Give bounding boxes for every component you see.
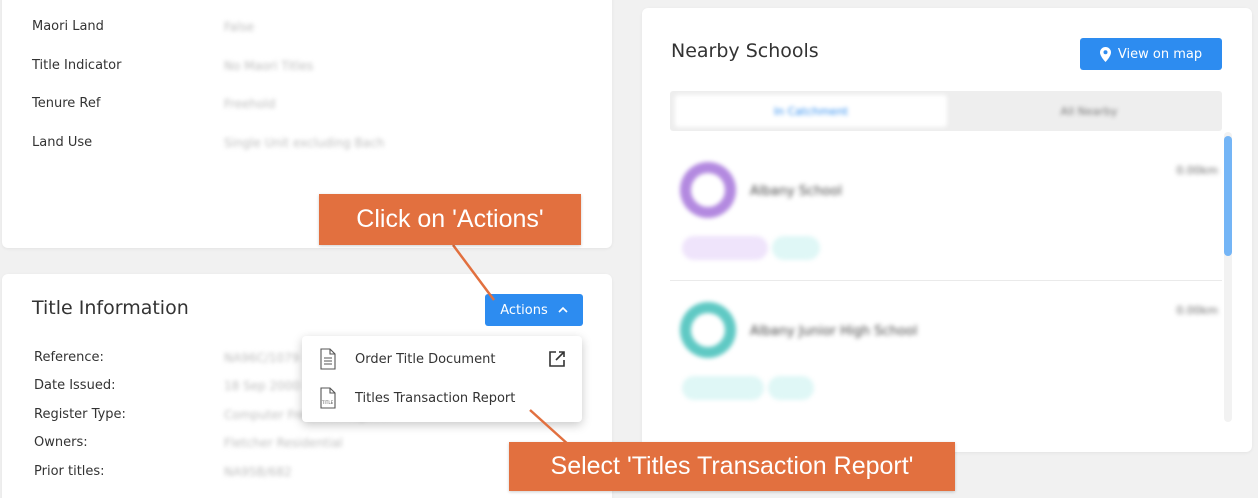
svg-text:TITLE: TITLE — [321, 400, 334, 405]
scrollbar-thumb[interactable] — [1224, 136, 1232, 256]
school-distance: 0.00km — [1176, 164, 1218, 177]
document-icon — [320, 348, 336, 370]
actions-button-label: Actions — [500, 302, 548, 318]
prop-value-tenure-ref: Freehold — [224, 97, 276, 111]
prop-label-title-indicator: Title Indicator — [32, 58, 122, 73]
ti-label-register-type: Register Type: — [34, 407, 126, 422]
school-list-scrollbar[interactable] — [1224, 132, 1232, 422]
school-list-item[interactable]: Albany School 0.00km — [670, 142, 1222, 282]
school-pin-icon — [680, 302, 736, 358]
tab-all-nearby[interactable]: All Nearby — [960, 95, 1218, 127]
prop-value-land-use: Single Unit excluding Bach — [224, 136, 385, 150]
school-type-chip — [682, 236, 768, 260]
actions-button[interactable]: Actions — [485, 294, 583, 326]
callout-click-actions: Click on 'Actions' — [319, 194, 581, 245]
title-information-heading: Title Information — [32, 297, 189, 319]
map-pin-icon — [1099, 46, 1111, 62]
school-pin-icon — [680, 162, 736, 218]
school-gender-chip — [772, 236, 820, 260]
ti-label-date-issued: Date Issued: — [34, 378, 116, 393]
prop-label-maori-land: Maori Land — [32, 19, 104, 34]
menu-item-label: Order Title Document — [355, 351, 496, 367]
actions-dropdown-menu: Order Title Document TITLE Titles Transa… — [302, 336, 582, 422]
callout-select-report: Select 'Titles Transaction Report' — [509, 442, 955, 491]
ti-label-reference: Reference: — [34, 350, 104, 365]
school-distance: 0.00km — [1176, 304, 1218, 317]
view-on-map-label: View on map — [1117, 46, 1203, 62]
divider — [670, 280, 1222, 281]
ti-value-reference: NA96C/1079 — [224, 351, 300, 365]
prop-value-title-indicator: No Maori Titles — [224, 59, 314, 73]
school-list-item[interactable]: Albany Junior High School 0.00km — [670, 282, 1222, 422]
prop-label-land-use: Land Use — [32, 135, 93, 150]
ti-label-prior-titles: Prior titles: — [34, 464, 105, 479]
school-name: Albany Junior High School — [750, 324, 918, 339]
school-list: Albany School 0.00km Albany Junior High … — [670, 132, 1240, 422]
view-on-map-button[interactable]: View on map — [1080, 38, 1222, 70]
title-document-icon: TITLE — [320, 387, 336, 409]
menu-item-titles-transaction-report[interactable]: TITLE Titles Transaction Report — [302, 380, 582, 416]
school-tabs: In Catchment All Nearby — [670, 91, 1222, 131]
school-type-chip — [682, 376, 764, 400]
ti-value-date-issued: 18 Sep 2000 — [224, 379, 301, 393]
prop-label-tenure-ref: Tenure Ref — [32, 96, 101, 111]
school-name: Albany School — [750, 184, 842, 199]
nearby-schools-card: Nearby Schools View on map In Catchment … — [642, 8, 1252, 452]
ti-value-prior-titles: NA95B/682 — [224, 465, 292, 479]
tab-in-catchment[interactable]: In Catchment — [675, 95, 947, 127]
chevron-up-icon — [558, 306, 568, 313]
school-gender-chip — [768, 376, 814, 400]
ti-value-owners: Fletcher Residential — [224, 436, 343, 450]
external-link-icon — [549, 351, 565, 367]
menu-item-order-title-document[interactable]: Order Title Document — [302, 341, 582, 377]
ti-label-owners: Owners: — [34, 435, 88, 450]
prop-value-maori-land: False — [224, 20, 255, 34]
menu-item-label: Titles Transaction Report — [355, 390, 516, 406]
nearby-schools-heading: Nearby Schools — [671, 40, 819, 62]
